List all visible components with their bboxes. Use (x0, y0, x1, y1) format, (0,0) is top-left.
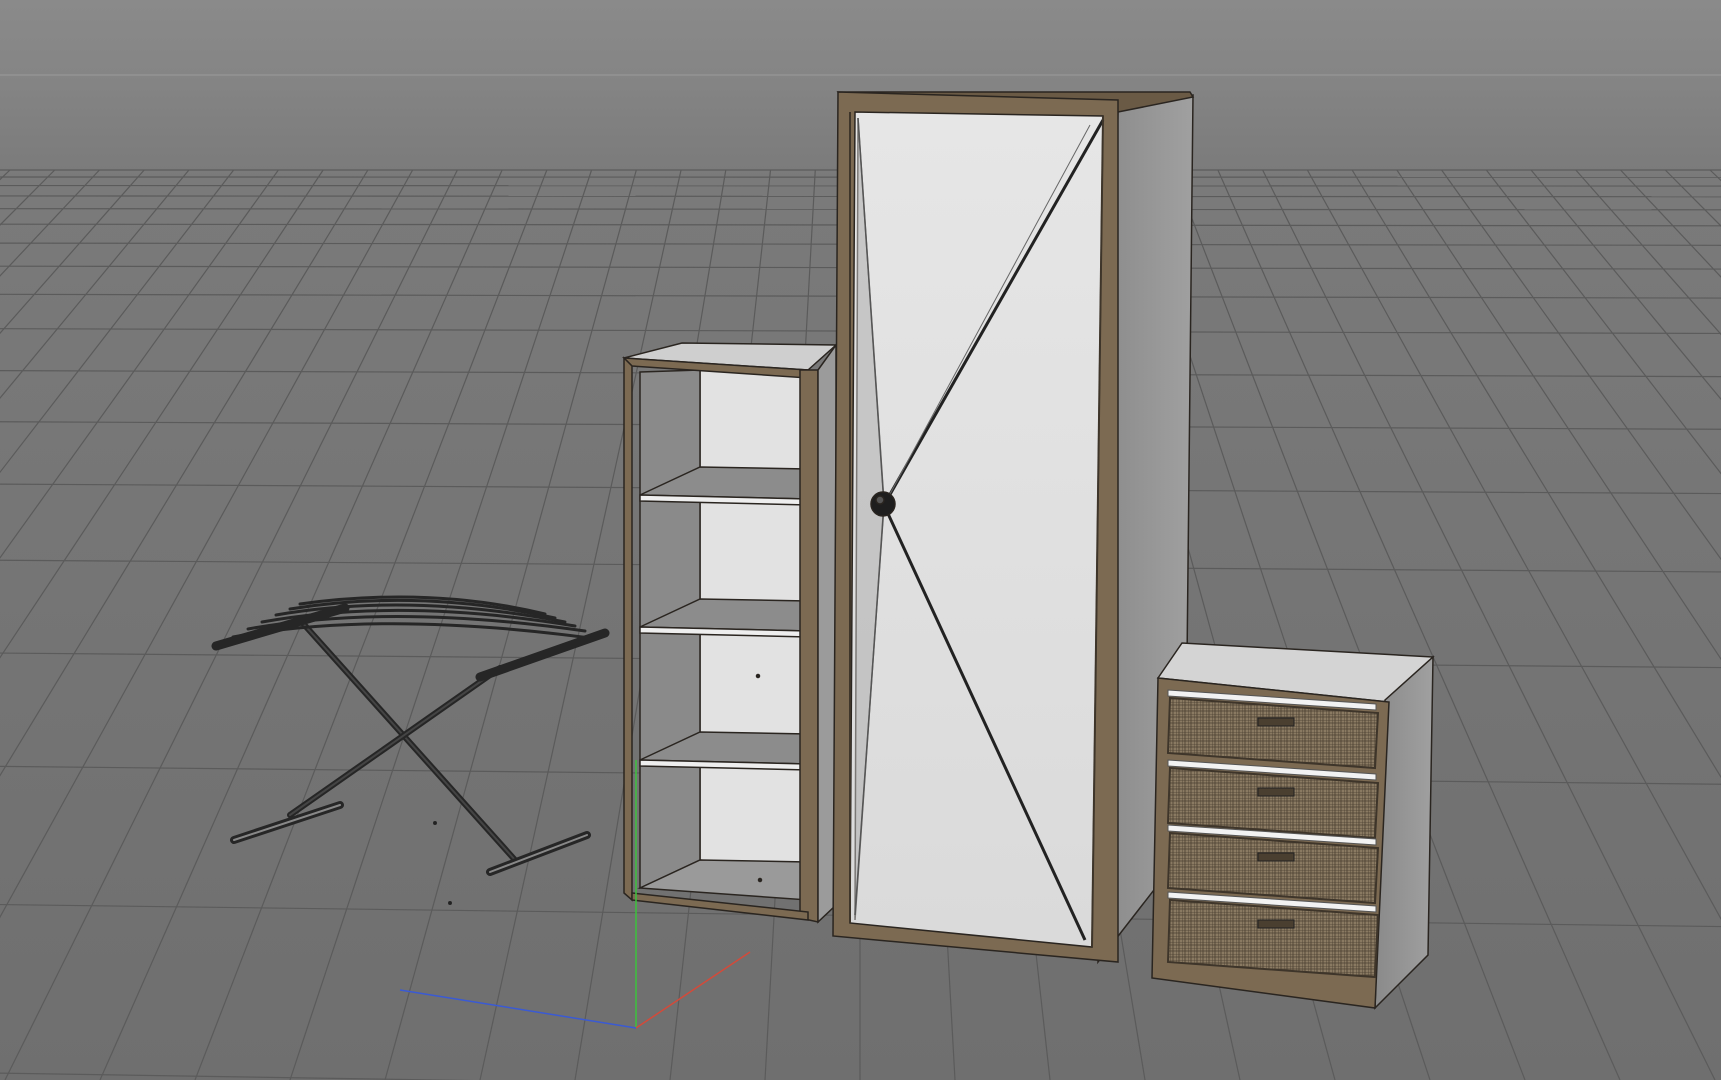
drawer-handle[interactable] (1257, 787, 1295, 797)
grid-line (0, 169, 100, 277)
tall-wardrobe[interactable] (832, 91, 1195, 965)
grid-line (1709, 169, 1721, 182)
drawer-handle[interactable] (1257, 717, 1295, 727)
grid-line (0, 169, 235, 474)
grid-line (0, 169, 279, 559)
drawer-handle[interactable] (1257, 919, 1295, 929)
grid-line (0, 169, 11, 181)
grid-line (0, 169, 369, 777)
grid-line (0, 169, 56, 226)
grid-line (1620, 169, 1721, 278)
luggage-rack[interactable] (211, 595, 610, 905)
drawer-handle[interactable] (1257, 852, 1295, 862)
open-bookshelf[interactable] (622, 342, 838, 924)
grid-line (1441, 169, 1721, 561)
grid-line (1485, 169, 1721, 475)
scene-canvas[interactable] (0, 0, 1721, 1080)
drawer-cabinet[interactable] (1151, 642, 1435, 1010)
drawer-group (1166, 689, 1380, 979)
grid-line (1664, 169, 1721, 227)
wardrobe-knob (870, 491, 896, 517)
3d-viewport[interactable] (0, 0, 1721, 1080)
grid-line (1575, 169, 1721, 336)
